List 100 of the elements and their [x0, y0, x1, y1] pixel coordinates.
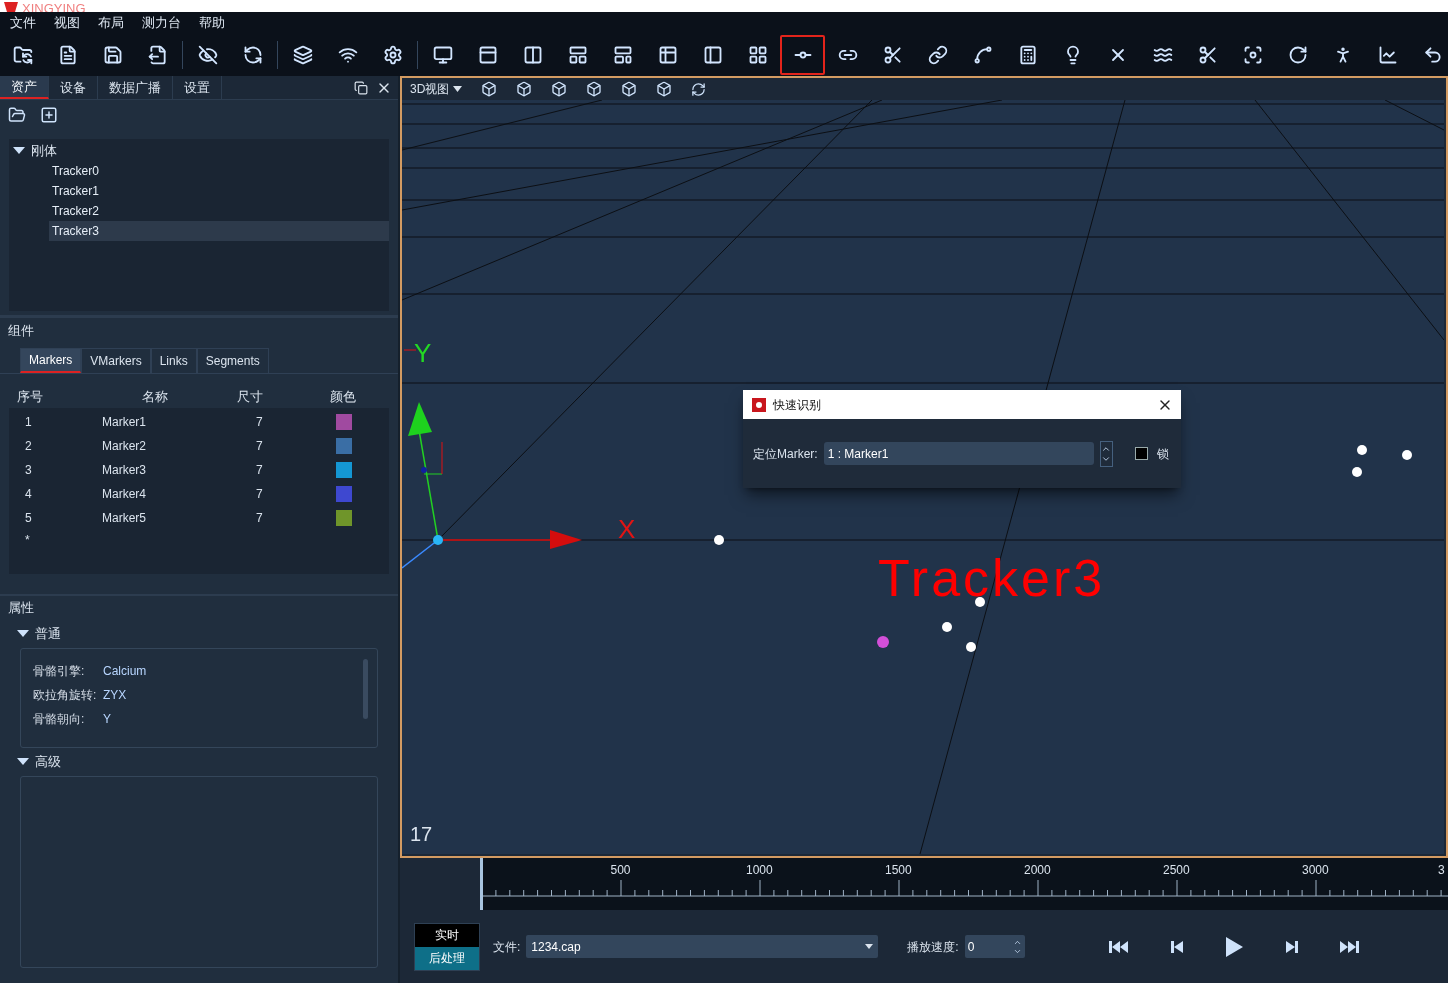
column-header: 颜色 [330, 387, 358, 406]
panel-tab[interactable]: 资产 [0, 76, 49, 99]
axis-label: Y [414, 340, 432, 366]
tree-item[interactable]: Tracker3 [49, 221, 389, 241]
panel-tab[interactable]: 设备 [49, 76, 98, 99]
timeline-ruler[interactable]: 500 1000 1500 2000 2500 3000 3 [480, 858, 1448, 910]
field-label: 定位Marker: [753, 445, 818, 463]
tracker-label: Tracker3 [878, 552, 1106, 604]
scissors-icon [1197, 45, 1218, 65]
caret-icon [865, 944, 874, 949]
link-icon [927, 45, 948, 65]
view-dropdown[interactable]: 3D视图 [410, 80, 463, 98]
toolbar-button[interactable] [780, 35, 825, 75]
monitor-icon [432, 45, 453, 65]
new-row-marker: * [24, 532, 30, 549]
color-swatch[interactable] [336, 438, 352, 454]
play-icon[interactable] [1224, 936, 1244, 957]
layout-icon [612, 45, 633, 65]
component-tab[interactable]: Segments [196, 348, 269, 373]
logo-icon [751, 396, 767, 413]
panel-tab[interactable]: 设置 [173, 76, 222, 99]
property-value: Y [103, 711, 111, 728]
folder-icon [12, 45, 33, 65]
property-label: 欧拉角旋转: [33, 687, 98, 704]
table-cell-text: 3 [24, 462, 33, 479]
tick-label: 1000 [746, 862, 773, 879]
group-title[interactable]: 普通 [35, 624, 61, 644]
cube-icon[interactable] [621, 81, 638, 97]
table-cell-text: 2 [24, 438, 33, 455]
rotate-icon [1287, 45, 1308, 65]
cube-icon[interactable] [551, 81, 568, 97]
skip-to-start-icon[interactable] [1108, 938, 1129, 955]
refresh-icon[interactable] [691, 81, 707, 97]
table-cell-text: 7 [255, 438, 264, 455]
table-cell-text: 7 [255, 462, 264, 479]
table-cell-text: 4 [24, 486, 33, 503]
panel-tab[interactable]: 数据广播 [98, 76, 173, 99]
property-value: Calcium [103, 663, 147, 680]
color-swatch[interactable] [336, 462, 352, 478]
step-forward-icon[interactable] [1285, 938, 1298, 955]
axis-label: X [618, 516, 636, 542]
layers-icon [292, 45, 313, 65]
undo-icon [1422, 45, 1443, 65]
folder-open-icon[interactable] [8, 106, 26, 124]
waves-icon [1152, 45, 1173, 65]
table-cell-text: Marker2 [101, 438, 147, 455]
color-swatch[interactable] [336, 414, 352, 430]
mode-button[interactable]: 后处理 [415, 946, 479, 970]
tick-label: 2500 [1163, 862, 1190, 879]
tick-label: 1500 [885, 862, 912, 879]
caret-icon[interactable] [17, 758, 29, 766]
component-tab[interactable]: VMarkers [81, 348, 151, 373]
add-icon[interactable] [40, 106, 58, 124]
connect-icon [972, 45, 993, 65]
field-label: 文件: [493, 938, 521, 956]
tree-item[interactable]: Tracker2 [49, 201, 389, 221]
component-tab[interactable]: Links [150, 348, 197, 373]
eye-off-icon [197, 45, 218, 65]
property-label: 骨骼朝向: [33, 711, 86, 728]
calculator-icon [1017, 45, 1038, 65]
caret-icon[interactable] [13, 147, 25, 155]
group-title[interactable]: 高级 [35, 752, 61, 772]
tree-item[interactable]: 刚体 [31, 141, 57, 161]
section-title: 属性 [8, 599, 34, 618]
restore-icon[interactable] [354, 80, 368, 95]
tree-item[interactable]: Tracker1 [49, 181, 389, 201]
file-select[interactable]: 1234.cap [526, 935, 879, 958]
layout-icon [702, 45, 723, 65]
section-title: 组件 [8, 322, 34, 341]
cube-icon[interactable] [586, 81, 603, 97]
caret-icon[interactable] [17, 630, 29, 638]
marker-field[interactable]: 1 : Marker1 [823, 442, 1094, 465]
menu-item[interactable]: 测力台 [134, 13, 189, 33]
tick-label: 3000 [1302, 862, 1329, 879]
menu-item[interactable]: 帮助 [191, 13, 233, 33]
scrollbar[interactable] [363, 659, 368, 719]
color-swatch[interactable] [336, 510, 352, 526]
cube-icon[interactable] [656, 81, 673, 97]
speed-field[interactable]: 0 [964, 935, 1025, 958]
layout-icon [477, 45, 498, 65]
table-cell-text: Marker1 [101, 414, 147, 431]
layout-icon [747, 45, 768, 65]
step-back-icon[interactable] [1170, 938, 1183, 955]
mode-button[interactable]: 实时 [415, 923, 479, 947]
column-header: 名称 [141, 387, 170, 406]
menu-item[interactable]: 布局 [90, 13, 132, 33]
table-cell-text: 7 [255, 486, 264, 503]
table-cell-text: Marker4 [101, 486, 147, 503]
tick-label: 2000 [1024, 862, 1051, 879]
tree-item[interactable]: Tracker0 [49, 161, 389, 181]
spin-buttons[interactable] [1099, 440, 1113, 467]
lock-checkbox[interactable] [1134, 447, 1148, 460]
cube-icon[interactable] [516, 81, 533, 97]
tick-label: 500 [610, 862, 631, 879]
skip-to-end-icon[interactable] [1339, 938, 1359, 955]
component-tab[interactable]: Markers [20, 348, 82, 373]
color-swatch[interactable] [336, 486, 352, 502]
menu-item[interactable]: 视图 [46, 13, 88, 33]
cube-icon[interactable] [481, 81, 498, 97]
menu-item[interactable]: 文件 [2, 13, 44, 33]
